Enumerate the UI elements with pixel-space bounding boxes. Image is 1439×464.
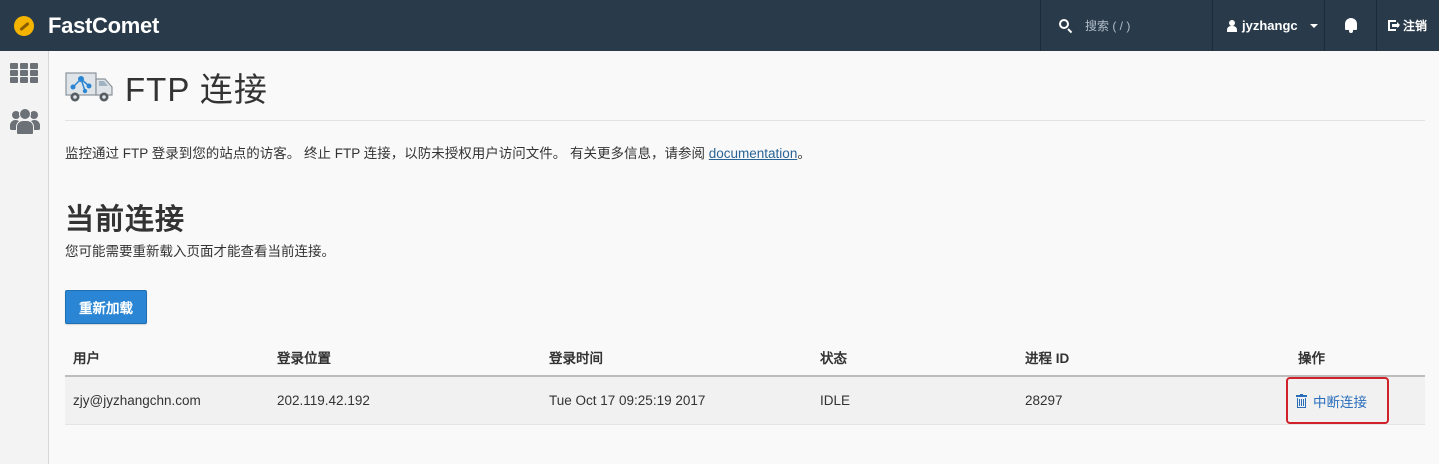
documentation-link[interactable]: documentation bbox=[709, 146, 798, 161]
ftp-truck-icon bbox=[65, 69, 115, 105]
cell-status: IDLE bbox=[812, 376, 1017, 425]
intro-end: 。 bbox=[797, 146, 811, 161]
fastcomet-logo-icon bbox=[14, 15, 34, 36]
divider bbox=[65, 120, 1425, 121]
user-icon bbox=[1227, 19, 1237, 32]
search-icon bbox=[1059, 18, 1073, 33]
column-header-actions: 操作 bbox=[1290, 338, 1425, 377]
search-input[interactable] bbox=[1085, 18, 1205, 33]
column-header-status[interactable]: 状态 bbox=[812, 338, 1017, 377]
disconnect-label: 中断连接 bbox=[1313, 394, 1367, 410]
user-menu[interactable]: jyzhangc bbox=[1212, 0, 1324, 51]
logout-label: 注销 bbox=[1403, 19, 1428, 33]
table-header-row: 用户 登录位置 登录时间 状态 进程 ID 操作 bbox=[65, 338, 1425, 377]
notifications-button[interactable] bbox=[1324, 0, 1376, 51]
top-navbar: FastComet jyzhangc 注销 bbox=[0, 0, 1439, 51]
bell-icon bbox=[1344, 18, 1358, 33]
column-header-user[interactable]: 用户 bbox=[65, 338, 269, 377]
users-icon[interactable] bbox=[10, 108, 40, 136]
cell-user: zjy@jyzhangchn.com bbox=[65, 376, 269, 425]
column-header-login-time[interactable]: 登录时间 bbox=[541, 338, 812, 377]
connections-table: 用户 登录位置 登录时间 状态 进程 ID 操作 zjy@jyzhangchn.… bbox=[65, 338, 1425, 425]
cell-action: 中断连接 bbox=[1286, 376, 1425, 425]
cell-location: 202.119.42.192 bbox=[269, 376, 541, 425]
trash-icon bbox=[1296, 393, 1307, 408]
brand-name: FastComet bbox=[48, 12, 159, 38]
disconnect-button[interactable]: 中断连接 bbox=[1286, 377, 1389, 424]
sidebar bbox=[0, 51, 49, 464]
table-row: zjy@jyzhangchn.com 202.119.42.192 Tue Oc… bbox=[65, 376, 1425, 425]
cell-login-time: Tue Oct 17 09:25:19 2017 bbox=[541, 376, 812, 425]
brand[interactable]: FastComet bbox=[14, 0, 159, 51]
cell-pid: 28297 bbox=[1017, 376, 1290, 425]
logout-icon bbox=[1388, 20, 1400, 31]
column-header-pid[interactable]: 进程 ID bbox=[1017, 338, 1290, 377]
section-subtitle: 您可能需要重新载入页面才能查看当前连接。 bbox=[65, 244, 335, 259]
apps-grid-icon[interactable] bbox=[10, 63, 38, 83]
reload-button[interactable]: 重新加载 bbox=[65, 290, 147, 324]
username-label: jyzhangc bbox=[1242, 18, 1298, 33]
intro-body: 监控通过 FTP 登录到您的站点的访客。 终止 FTP 连接，以防未授权用户访问… bbox=[65, 146, 709, 161]
search-box[interactable] bbox=[1040, 0, 1212, 51]
intro-text: 监控通过 FTP 登录到您的站点的访客。 终止 FTP 连接，以防未授权用户访问… bbox=[65, 142, 811, 162]
chevron-down-icon bbox=[1309, 23, 1318, 28]
column-header-location[interactable]: 登录位置 bbox=[269, 338, 541, 377]
page-header: FTP 连接 bbox=[65, 65, 268, 109]
logout-button[interactable]: 注销 bbox=[1376, 0, 1439, 51]
page-title: FTP 连接 bbox=[125, 71, 268, 108]
section-title: 当前连接 bbox=[65, 204, 186, 236]
